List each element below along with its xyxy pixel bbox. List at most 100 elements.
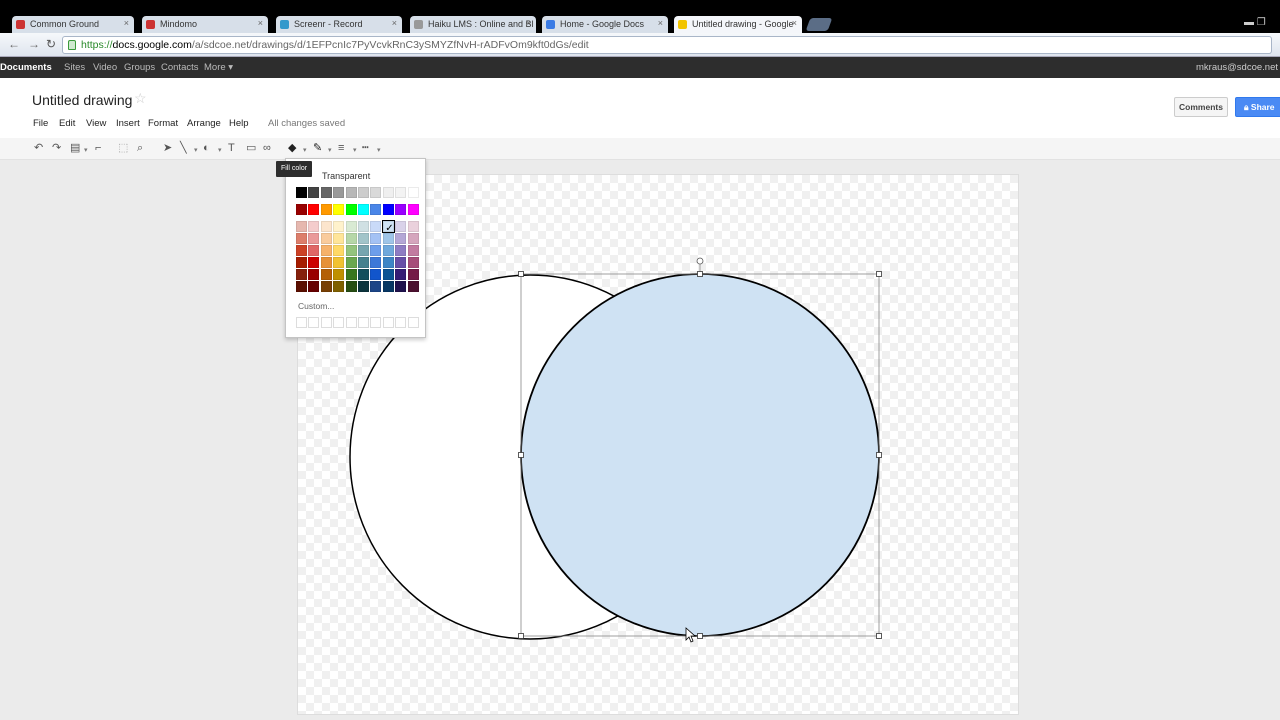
color-swatch[interactable] [333,221,345,232]
custom-color-slot[interactable] [395,317,407,328]
color-swatch[interactable] [333,233,345,244]
color-swatch[interactable] [407,187,419,198]
custom-color-slot[interactable] [333,317,345,328]
color-swatch[interactable] [358,187,369,198]
color-swatch[interactable] [333,269,345,280]
color-swatch[interactable] [296,221,307,232]
color-swatch[interactable] [407,204,419,215]
color-swatch[interactable] [358,233,369,244]
resize-handle[interactable] [518,452,524,458]
color-swatch[interactable] [296,204,307,215]
color-swatch[interactable] [308,204,320,215]
color-swatch[interactable] [395,269,407,280]
color-swatch[interactable] [308,257,320,268]
color-swatch[interactable] [296,187,307,198]
custom-color-slot[interactable] [382,317,394,328]
color-swatch[interactable] [370,245,382,256]
color-swatch[interactable] [370,269,382,280]
color-swatch[interactable] [407,233,419,244]
resize-handle[interactable] [876,633,882,639]
color-swatch[interactable] [333,187,345,198]
color-swatch[interactable] [345,281,357,292]
color-swatch[interactable] [407,257,419,268]
custom-color-slot[interactable] [358,317,369,328]
color-swatch[interactable] [308,245,320,256]
color-swatch[interactable] [308,221,320,232]
resize-handle[interactable] [518,633,524,639]
custom-color-option[interactable]: Custom... [298,301,334,311]
right-circle-selected[interactable] [520,273,880,637]
color-swatch[interactable] [395,221,407,232]
color-swatch[interactable] [308,281,320,292]
color-swatch[interactable] [370,221,382,232]
color-swatch[interactable] [333,245,345,256]
custom-color-slot[interactable] [345,317,357,328]
resize-handle[interactable] [876,271,882,277]
resize-handle[interactable] [876,452,882,458]
color-swatch[interactable] [395,187,407,198]
color-swatch[interactable] [345,245,357,256]
color-swatch[interactable] [296,257,307,268]
color-swatch[interactable] [345,204,357,215]
color-swatch[interactable] [370,204,382,215]
color-swatch[interactable] [296,245,307,256]
color-swatch[interactable] [358,221,369,232]
color-swatch[interactable] [395,257,407,268]
color-swatch[interactable] [395,204,407,215]
color-swatch[interactable] [320,187,332,198]
custom-color-slot[interactable] [407,317,419,328]
color-swatch[interactable] [382,281,394,292]
color-swatch[interactable] [308,187,320,198]
color-swatch[interactable] [320,281,332,292]
color-swatch[interactable] [296,269,307,280]
color-swatch[interactable] [382,245,394,256]
color-swatch[interactable] [395,245,407,256]
color-swatch[interactable] [370,233,382,244]
color-swatch[interactable] [407,269,419,280]
custom-color-slot[interactable] [370,317,382,328]
rotate-handle[interactable] [696,257,704,265]
color-swatch[interactable] [333,257,345,268]
color-swatch[interactable] [382,257,394,268]
color-swatch[interactable] [296,233,307,244]
color-swatch[interactable] [370,187,382,198]
color-swatch[interactable] [320,204,332,215]
color-swatch[interactable] [370,281,382,292]
color-swatch[interactable] [358,269,369,280]
color-swatch[interactable] [320,221,332,232]
color-swatch[interactable] [358,281,369,292]
color-swatch[interactable] [333,281,345,292]
color-swatch[interactable] [345,221,357,232]
color-swatch[interactable] [345,257,357,268]
color-swatch[interactable] [370,257,382,268]
color-swatch[interactable] [320,233,332,244]
color-swatch[interactable] [345,269,357,280]
color-swatch[interactable] [308,269,320,280]
color-swatch[interactable] [395,233,407,244]
color-swatch[interactable] [358,257,369,268]
custom-color-slot[interactable] [296,317,307,328]
color-swatch[interactable] [358,204,369,215]
color-swatch[interactable] [320,269,332,280]
resize-handle[interactable] [518,271,524,277]
color-swatch[interactable] [407,245,419,256]
color-swatch[interactable] [296,281,307,292]
custom-color-slot[interactable] [320,317,332,328]
color-swatch[interactable] [333,204,345,215]
custom-color-slot[interactable] [308,317,320,328]
resize-handle[interactable] [697,271,703,277]
color-swatch[interactable] [382,269,394,280]
resize-handle[interactable] [697,633,703,639]
color-swatch[interactable] [382,187,394,198]
color-swatch[interactable] [320,257,332,268]
color-swatch[interactable] [407,221,419,232]
color-swatch[interactable] [345,233,357,244]
color-swatch[interactable] [345,187,357,198]
color-swatch[interactable] [395,281,407,292]
color-swatch[interactable] [382,204,394,215]
color-swatch[interactable] [320,245,332,256]
transparent-option[interactable]: Transparent [322,171,370,181]
color-swatch[interactable] [308,233,320,244]
color-swatch[interactable] [407,281,419,292]
color-swatch[interactable] [358,245,369,256]
